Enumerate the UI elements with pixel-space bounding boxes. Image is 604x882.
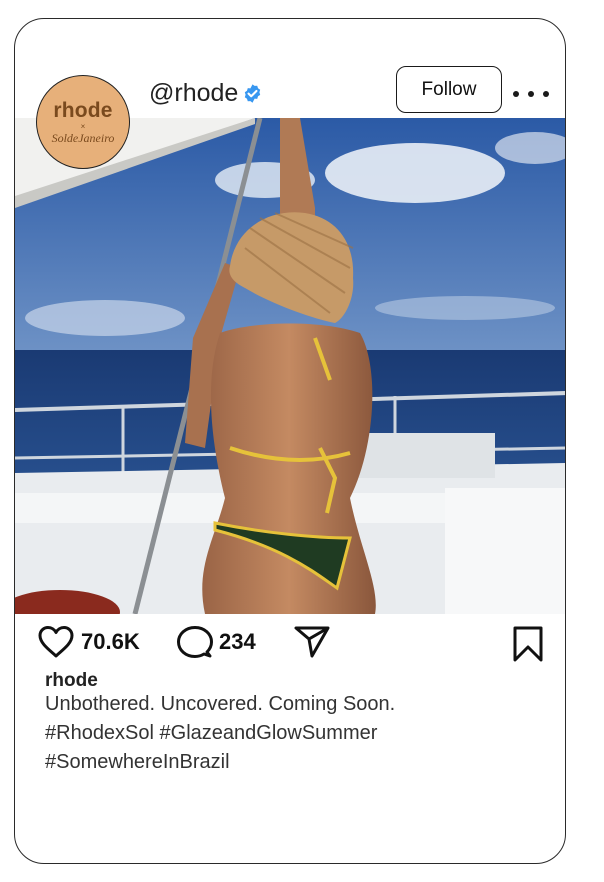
caption-username[interactable]: rhode — [45, 671, 545, 690]
follow-button[interactable]: Follow — [396, 66, 502, 113]
profile-avatar[interactable]: rhode × SoldeJaneiro — [36, 75, 130, 169]
post-actions-bar: 70.6K 234 — [15, 619, 565, 665]
avatar-brand-line1: rhode — [53, 98, 113, 122]
caption-hashtags-1[interactable]: #RhodexSol #GlazeandGlowSummer — [45, 719, 545, 748]
more-options-icon[interactable] — [513, 86, 549, 102]
account-handle-group[interactable]: @rhode — [149, 79, 263, 108]
like-group[interactable]: 70.6K — [37, 625, 140, 659]
share-group[interactable] — [293, 625, 331, 659]
like-count: 70.6K — [81, 629, 140, 654]
heart-icon[interactable] — [37, 625, 75, 659]
avatar-brand-line2: SoldeJaneiro — [51, 130, 115, 145]
post-caption: rhode Unbothered. Uncovered. Coming Soon… — [45, 671, 545, 777]
comment-count: 234 — [219, 629, 256, 654]
avatar-brand-x: × — [80, 121, 86, 131]
post-image[interactable] — [15, 118, 565, 614]
caption-line-1: Unbothered. Uncovered. Coming Soon. — [45, 693, 396, 715]
comment-group[interactable]: 234 — [177, 625, 256, 659]
verified-badge-icon — [245, 84, 261, 103]
bookmark-icon[interactable] — [511, 625, 545, 663]
share-icon[interactable] — [293, 625, 331, 659]
bookmark-group[interactable] — [511, 625, 545, 663]
comment-icon[interactable] — [177, 625, 213, 659]
account-handle[interactable]: @rhode — [149, 79, 238, 108]
post-card: @rhode Follow 70.6K 234 rhode Unbothered… — [14, 18, 566, 864]
caption-hashtags-2[interactable]: #SomewhereInBrazil — [45, 748, 545, 777]
